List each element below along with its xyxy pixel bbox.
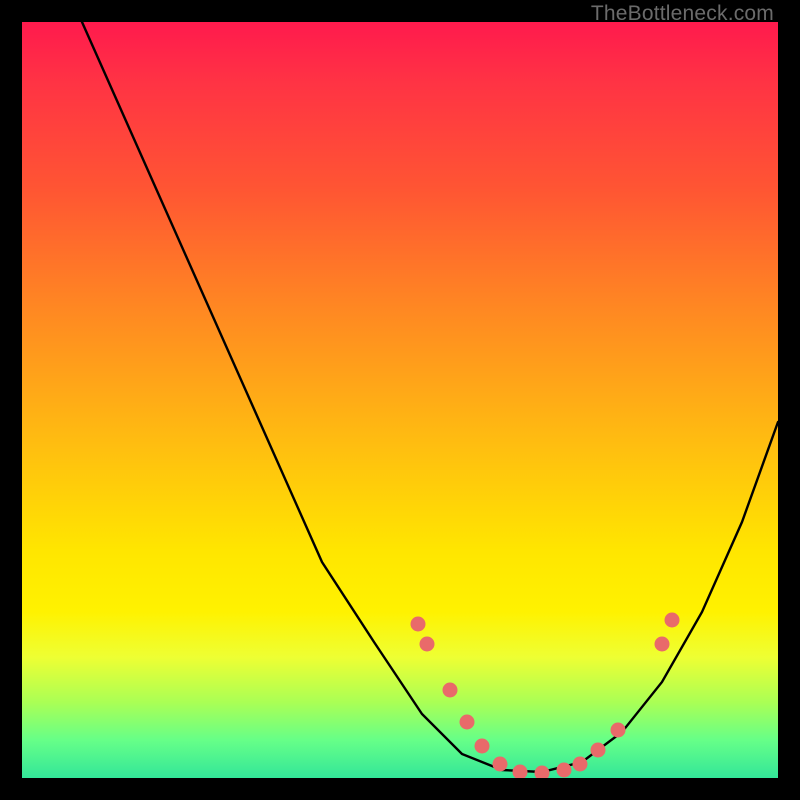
data-marker [611,723,626,738]
data-marker [591,743,606,758]
data-marker [475,739,490,754]
data-marker [513,765,528,779]
data-marker [655,637,670,652]
data-marker [493,757,508,772]
data-marker [557,763,572,778]
bottleneck-curve [82,22,778,772]
data-marker [573,757,588,772]
data-marker [460,715,475,730]
data-marker [411,617,426,632]
bottleneck-curve-svg [22,22,778,778]
data-marker [665,613,680,628]
chart-frame [22,22,778,778]
data-marker [420,637,435,652]
watermark-text: TheBottleneck.com [591,2,774,26]
data-marker [535,766,550,779]
data-marker [443,683,458,698]
data-markers [411,613,680,779]
